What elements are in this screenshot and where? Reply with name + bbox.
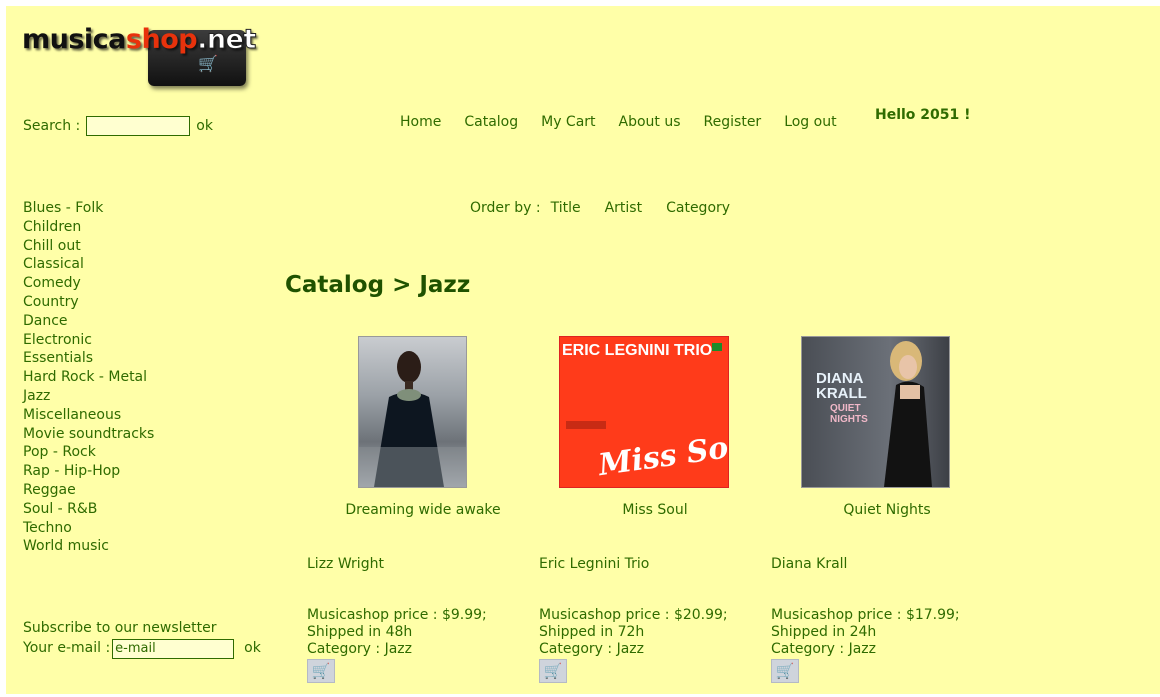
logo-text: musicashop.net [22,24,257,56]
newsletter-title: Subscribe to our newsletter [23,620,217,636]
category-link[interactable]: Chill out [23,237,154,256]
category-link[interactable]: Movie soundtracks [23,425,154,444]
category-link[interactable]: Comedy [23,274,154,293]
category-link[interactable]: Electronic [23,331,154,350]
user-greeting: Hello 2051 ! [875,107,971,123]
add-to-cart-button[interactable]: 🛒 [539,659,567,683]
product-shipping: Shipped in 72h [539,624,645,640]
product-info: Musicashop price : $20.99; Shipped in 72… [539,607,728,658]
category-link[interactable]: Essentials [23,349,154,368]
category-link[interactable]: Reggae [23,481,154,500]
product-price: Musicashop price : $9.99; [307,607,487,623]
add-to-cart-button[interactable]: 🛒 [771,659,799,683]
category-link[interactable]: Dance [23,312,154,331]
category-list: Blues - Folk Children Chill out Classica… [23,199,154,556]
category-link[interactable]: Rap - Hip-Hop [23,462,154,481]
category-link[interactable]: Pop - Rock [23,443,154,462]
cart-icon: 🛒 [198,54,218,73]
nav-home[interactable]: Home [400,114,441,130]
main-nav: Home Catalog My Cart About us Register L… [400,114,860,130]
category-link[interactable]: Country [23,293,154,312]
order-by-artist[interactable]: Artist [605,200,643,216]
order-by-label: Order by : [470,200,541,216]
product-info: Musicashop price : $9.99; Shipped in 48h… [307,607,487,658]
cover-badge [712,343,722,351]
search-ok-button[interactable]: ok [196,118,213,134]
nav-log-out[interactable]: Log out [784,114,836,130]
search-bar: Search : ok [23,116,213,136]
search-label: Search : [23,118,81,134]
page: 🛒 musicashop.net Search : ok Home Catalog… [6,6,1160,694]
category-link[interactable]: Soul - R&B [23,500,154,519]
product-artist[interactable]: Lizz Wright [307,556,384,572]
product-title[interactable]: Miss Soul [539,502,771,518]
email-label: Your e-mail : [23,640,111,656]
product-shipping: Shipped in 24h [771,624,877,640]
order-by-category[interactable]: Category [666,200,730,216]
album-cover-dreaming-wide-awake[interactable] [358,336,467,488]
add-to-cart-button[interactable]: 🛒 [307,659,335,683]
product-price: Musicashop price : $17.99; [771,607,960,623]
nav-register[interactable]: Register [704,114,762,130]
newsletter: Subscribe to our newsletter Your e-mail … [23,618,261,659]
page-title: Catalog > Jazz [285,272,471,298]
album-cover-quiet-nights[interactable]: DIANA KRALL QUIET NIGHTS [801,336,950,488]
album-art [359,351,466,487]
category-link[interactable]: Miscellaneous [23,406,154,425]
cover-text-top: ERIC LEGNINI TRIO [562,342,713,359]
nav-about-us[interactable]: About us [619,114,681,130]
order-by-title[interactable]: Title [551,200,581,216]
category-link[interactable]: World music [23,537,154,556]
newsletter-ok-button[interactable]: ok [244,640,261,656]
nav-catalog[interactable]: Catalog [464,114,518,130]
order-by-bar: Order by : Title Artist Category [470,200,754,216]
nav-my-cart[interactable]: My Cart [541,114,595,130]
cart-icon: 🛒 [775,662,795,680]
search-input[interactable] [86,116,191,136]
product-price: Musicashop price : $20.99; [539,607,728,623]
album-cover-miss-soul[interactable]: ERIC LEGNINI TRIO Miss Soul [559,336,729,488]
email-field[interactable] [112,638,235,659]
product-info: Musicashop price : $17.99; Shipped in 24… [771,607,960,658]
category-link[interactable]: Blues - Folk [23,199,154,218]
album-art [884,341,932,487]
product-title[interactable]: Quiet Nights [771,502,1003,518]
category-link[interactable]: Techno [23,519,154,538]
category-link[interactable]: Jazz [23,387,154,406]
product-category: Category : Jazz [307,641,412,657]
category-link[interactable]: Hard Rock - Metal [23,368,154,387]
category-link[interactable]: Classical [23,255,154,274]
product-artist[interactable]: Diana Krall [771,556,847,572]
product-category: Category : Jazz [771,641,876,657]
cart-icon: 🛒 [311,662,331,680]
product-shipping: Shipped in 48h [307,624,413,640]
product-category: Category : Jazz [539,641,644,657]
product-title[interactable]: Dreaming wide awake [307,502,539,518]
product-artist[interactable]: Eric Legnini Trio [539,556,649,572]
category-link[interactable]: Children [23,218,154,237]
cover-stripe [566,421,606,429]
cart-icon: 🛒 [543,662,563,680]
cover-script-text: Miss Soul [596,425,729,484]
site-logo[interactable]: 🛒 musicashop.net [20,24,257,94]
